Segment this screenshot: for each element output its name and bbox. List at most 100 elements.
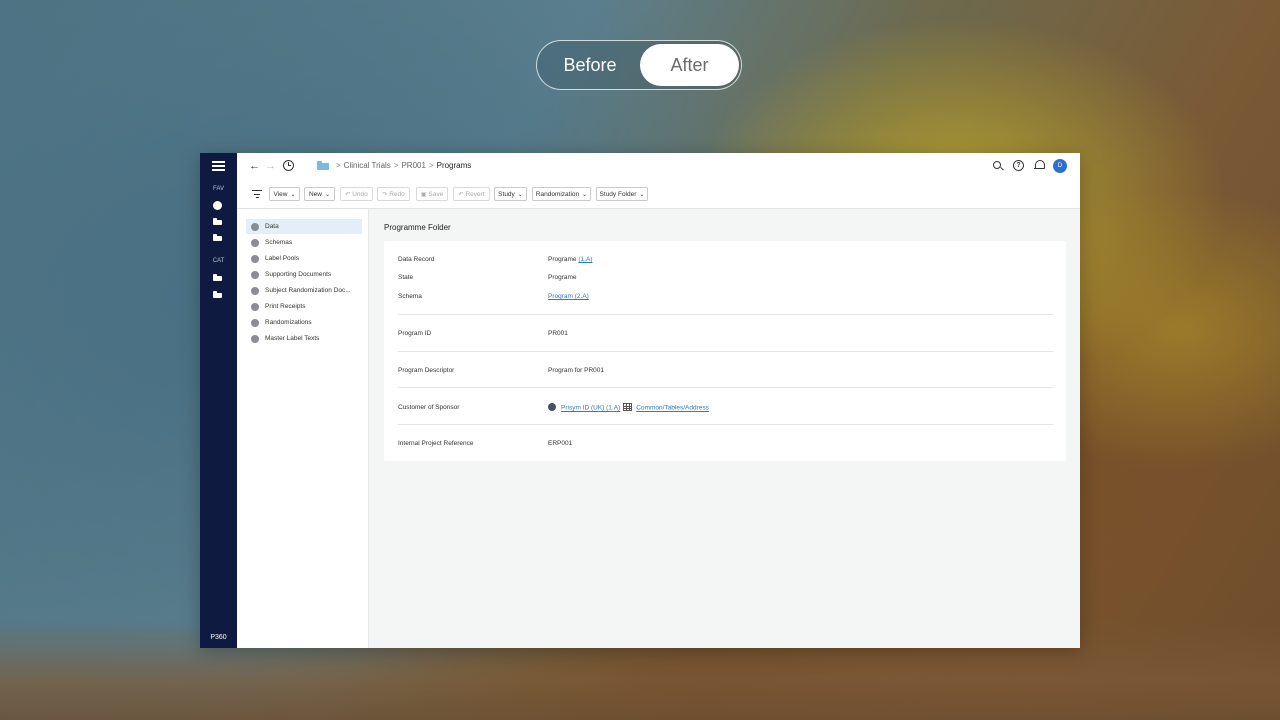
chevron-down-icon: ⌄ [324, 191, 331, 198]
divider [398, 424, 1053, 425]
circle-icon [251, 334, 259, 343]
brand-label: P360 [210, 634, 227, 641]
data-record-link[interactable]: (1.A) [578, 256, 592, 263]
list-item-label: Schemas [265, 239, 293, 246]
randomization-button[interactable]: Randomization ⌄ [532, 187, 591, 201]
list-item-randomizations[interactable]: Randomizations [246, 315, 362, 330]
undo-label: Undo [352, 190, 368, 198]
save-label: Save [428, 190, 444, 198]
view-button[interactable]: View ⌄ [269, 187, 300, 201]
nav-rail: FAV CAT P360 [200, 153, 237, 648]
chevron-down-icon: ⌄ [517, 191, 523, 198]
study-button[interactable]: Study ⌄ [494, 187, 527, 201]
list-item-schemas[interactable]: Schemas [246, 235, 362, 250]
circle-icon [251, 318, 259, 327]
breadcrumb-current: Programs [436, 161, 472, 170]
search-icon[interactable] [993, 161, 1003, 171]
schema-value: Program (2.A) [548, 293, 589, 300]
breadcrumb-item[interactable]: PR001 [401, 161, 425, 170]
new-label: New [308, 190, 322, 198]
filter-icon[interactable] [252, 189, 262, 199]
back-arrow-icon[interactable]: ← [249, 160, 260, 172]
help-icon[interactable]: ? [1013, 160, 1024, 171]
list-item-subject-randomization[interactable]: Subject Randomization Doc... [246, 283, 362, 298]
customer-label: Customer of Sponsor [398, 404, 460, 411]
list-item-label: Data [265, 223, 279, 230]
data-record-value: Programe (1.A) [548, 256, 592, 263]
list-item-supporting-documents[interactable]: Supporting Documents [246, 267, 362, 282]
avatar[interactable]: D [1053, 159, 1067, 173]
divider [398, 351, 1053, 352]
internal-ref-label: Internal Project Reference [398, 440, 474, 447]
redo-button[interactable]: ↷ Redo [377, 187, 410, 201]
circle-icon [251, 254, 259, 263]
list-item-label: Subject Randomization Doc... [265, 287, 351, 294]
after-option[interactable]: After [640, 44, 739, 86]
save-button[interactable]: ▣ Save [416, 187, 448, 201]
chevron-down-icon: ⌄ [582, 191, 588, 198]
folder-icon [317, 161, 329, 170]
sponsor-circle-icon [548, 403, 556, 411]
list-item-master-label-texts[interactable]: Master Label Texts [246, 331, 362, 346]
internal-ref-value: ERP001 [548, 440, 573, 447]
top-bar: ← → > Clinical Trials > PR001 > Programs ? D [237, 153, 1080, 180]
breadcrumb-item[interactable]: Clinical Trials [344, 161, 391, 170]
app-window: FAV CAT P360 ← → > Clinical Trials > PR001 >… [200, 153, 1080, 648]
circle-icon [251, 222, 259, 231]
sponsor-link[interactable]: Prisym ID (UK) (1.A) [561, 405, 620, 412]
fav-circle-icon[interactable] [213, 201, 222, 210]
revert-icon: ↶ [458, 191, 464, 198]
toolbar: View ⌄ New ⌄ ↶ Undo ↷ Redo ▣ Save ↶ Revert Stu… [237, 180, 1080, 209]
save-icon: ▣ [420, 191, 427, 198]
cat-label: CAT [212, 258, 225, 264]
menu-icon[interactable] [212, 161, 225, 171]
circle-icon [251, 238, 259, 247]
circle-icon [251, 286, 259, 295]
state-label: State [398, 274, 414, 281]
record-details-card: Data Record Programe (1.A) State Program… [384, 241, 1066, 461]
list-item-label: Print Receipts [265, 303, 306, 310]
data-record-label: Data Record [398, 256, 435, 263]
cat-folder-icon[interactable] [213, 291, 222, 298]
list-item-print-receipts[interactable]: Print Receipts [246, 299, 362, 314]
before-after-toggle[interactable]: Before After [536, 40, 742, 90]
program-id-value: PR001 [548, 330, 568, 337]
program-id-label: Program ID [398, 330, 432, 337]
cat-folder-icon[interactable] [213, 274, 222, 281]
fav-folder-icon[interactable] [213, 218, 222, 225]
revert-button[interactable]: ↶ Revert [453, 187, 490, 201]
forward-arrow-icon[interactable]: → [265, 160, 276, 172]
new-button[interactable]: New ⌄ [304, 187, 335, 201]
schema-label: Schema [398, 293, 422, 300]
address-link[interactable]: Common/Tables/Address [636, 405, 709, 412]
circle-icon [251, 302, 259, 311]
data-record-text: Programe [548, 256, 577, 263]
randomization-label: Randomization [535, 190, 580, 198]
folder-list-panel: Data Schemas Label Pools Supporting Docu… [237, 209, 369, 648]
fav-folder-icon[interactable] [213, 234, 222, 241]
study-folder-label: Study Folder [599, 190, 637, 198]
undo-button[interactable]: ↶ Undo [340, 187, 373, 201]
state-value: Programe [548, 274, 577, 281]
study-folder-button[interactable]: Study Folder ⌄ [596, 187, 648, 201]
undo-icon: ↶ [345, 191, 351, 198]
fav-label: FAV [213, 186, 224, 192]
redo-icon: ↷ [382, 191, 388, 198]
divider [398, 314, 1053, 315]
schema-link[interactable]: Program (2.A) [548, 293, 589, 300]
list-item-label-pools[interactable]: Label Pools [246, 251, 362, 266]
history-clock-icon[interactable] [283, 160, 294, 171]
circle-icon [251, 270, 259, 279]
program-descriptor-label: Program Descriptor [398, 367, 455, 374]
chevron-down-icon: ⌄ [639, 191, 645, 198]
revert-label: Revert [465, 190, 485, 198]
customer-value: Prisym ID (UK) (1.A) Common/Tables/Addres… [548, 403, 709, 412]
program-descriptor-value: Program for PR001 [548, 367, 604, 374]
list-item-label: Supporting Documents [265, 271, 332, 278]
before-option[interactable]: Before [541, 44, 639, 86]
list-item-data[interactable]: Data [246, 219, 362, 234]
redo-label: Redo [389, 190, 405, 198]
bell-icon[interactable] [1034, 160, 1045, 171]
divider [398, 387, 1053, 388]
table-icon [623, 403, 633, 411]
